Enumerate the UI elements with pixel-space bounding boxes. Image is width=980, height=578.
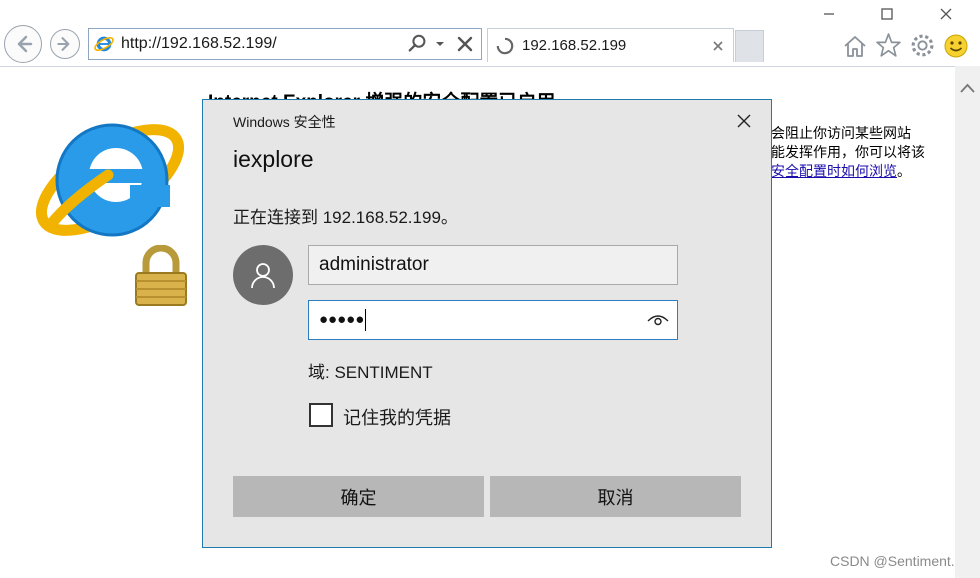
scroll-up-arrow-icon[interactable]	[955, 78, 980, 100]
back-arrow-icon	[17, 35, 33, 53]
address-bar[interactable]: http://192.168.52.199/	[88, 28, 482, 60]
dropdown-chevron-icon[interactable]	[433, 37, 447, 51]
address-url[interactable]: http://192.168.52.199/	[121, 35, 407, 53]
password-mask: ●●●●●	[319, 310, 365, 328]
avatar	[233, 245, 293, 305]
ok-button[interactable]: 确定	[233, 476, 484, 517]
back-button[interactable]	[4, 25, 42, 63]
remember-credentials-label[interactable]: 记住我的凭据	[343, 404, 451, 430]
security-help-link[interactable]: 安全配置时如何浏览	[771, 163, 897, 179]
password-value: ●●●●●	[319, 309, 645, 331]
minimize-icon	[824, 13, 834, 15]
maximize-button[interactable]	[876, 4, 898, 24]
reveal-password-button[interactable]	[645, 307, 671, 333]
page-scrollbar[interactable]	[955, 66, 980, 578]
dialog-title: Windows 安全性	[233, 114, 336, 130]
forward-button[interactable]	[50, 29, 80, 59]
remember-credentials-checkbox[interactable]	[309, 403, 333, 427]
new-tab-button[interactable]	[735, 30, 764, 62]
padlock-icon	[135, 245, 187, 306]
page-text-line-3: 安全配置时如何浏览。	[771, 162, 911, 181]
ie-favicon-icon	[94, 36, 114, 52]
stop-icon[interactable]	[455, 34, 475, 54]
password-input[interactable]: ●●●●●	[308, 300, 678, 340]
close-icon	[940, 8, 952, 20]
credentials-dialog: Windows 安全性 iexplore 正在连接到 192.168.52.19…	[202, 99, 772, 548]
username-input[interactable]: administrator	[308, 245, 678, 285]
link-suffix: 。	[897, 163, 911, 179]
gear-icon[interactable]	[909, 32, 936, 59]
forward-arrow-icon	[57, 37, 70, 51]
ie-logo-icon	[35, 123, 185, 237]
cancel-button[interactable]: 取消	[490, 476, 741, 517]
tab-close-icon[interactable]	[711, 39, 725, 53]
dialog-message: 正在连接到 192.168.52.199。	[233, 208, 458, 227]
home-icon[interactable]	[842, 33, 868, 59]
browser-tab[interactable]: 192.168.52.199	[487, 28, 734, 62]
dialog-close-button[interactable]	[733, 110, 755, 132]
tab-title: 192.168.52.199	[522, 37, 627, 54]
page-text-line-1: 会阻止你访问某些网站	[771, 125, 911, 141]
username-value: administrator	[319, 254, 429, 275]
page-text-line-2: 能发挥作用，你可以将该	[771, 144, 925, 160]
favorites-star-icon[interactable]	[875, 32, 902, 59]
loading-spinner-icon	[496, 37, 514, 54]
eye-icon	[647, 315, 669, 326]
user-icon	[251, 263, 275, 289]
smiley-feedback-icon[interactable]	[943, 33, 969, 59]
close-window-button[interactable]	[935, 4, 957, 24]
dialog-app-name: iexplore	[233, 146, 314, 172]
text-caret	[365, 309, 367, 331]
domain-label: 域: SENTIMENT	[308, 363, 433, 382]
close-icon	[737, 114, 751, 128]
watermark: CSDN @Sentiment.	[830, 553, 955, 569]
minimize-button[interactable]	[818, 4, 840, 24]
search-icon[interactable]	[407, 33, 429, 55]
maximize-icon	[881, 8, 893, 20]
